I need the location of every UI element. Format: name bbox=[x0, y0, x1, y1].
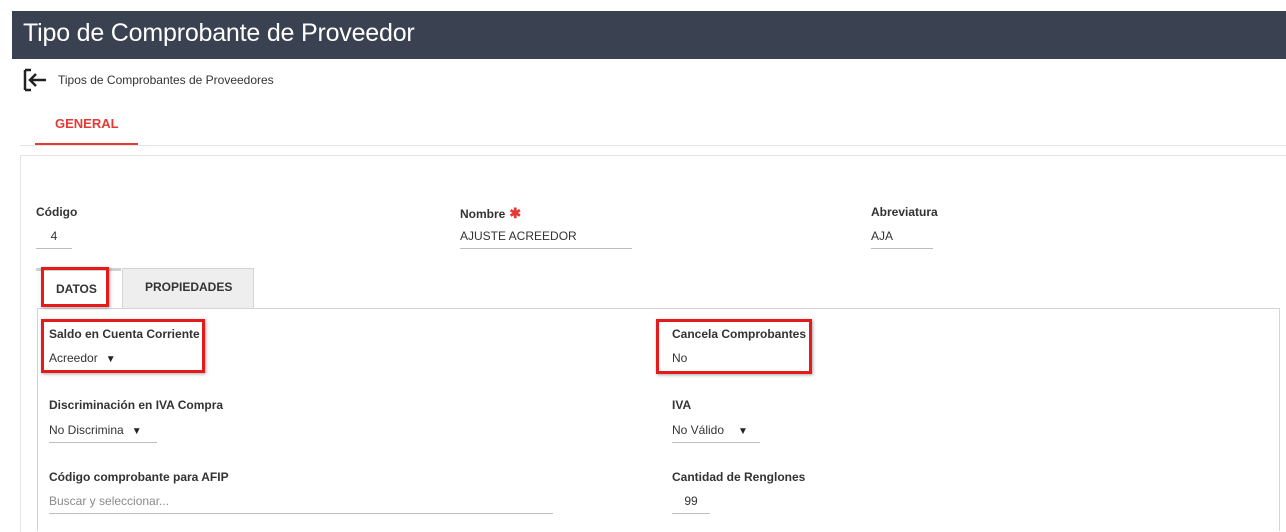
abreviatura-label: Abreviatura bbox=[871, 205, 938, 219]
renglones-field[interactable]: 99 bbox=[672, 494, 710, 514]
chevron-down-icon: ▼ bbox=[738, 426, 748, 437]
nombre-label: Nombre ✱ bbox=[460, 205, 522, 221]
highlight-box-datos bbox=[41, 267, 109, 307]
title-bar: Tipo de Comprobante de Proveedor bbox=[12, 11, 1286, 59]
afip-label: Código comprobante para AFIP bbox=[49, 470, 229, 484]
codigo-field[interactable]: 4 bbox=[36, 229, 72, 249]
iva-dropdown[interactable]: No Válido ▼ bbox=[672, 423, 760, 443]
highlight-box-cancela bbox=[656, 319, 812, 374]
tab-divider bbox=[20, 145, 1286, 146]
chevron-down-icon: ▼ bbox=[131, 426, 142, 437]
tab-general-label: GENERAL bbox=[55, 116, 119, 131]
abreviatura-field[interactable]: AJA bbox=[871, 229, 933, 249]
renglones-label: Cantidad de Renglones bbox=[672, 470, 806, 484]
tab-propiedades[interactable]: PROPIEDADES bbox=[122, 268, 254, 308]
discriminacion-dropdown[interactable]: No Discrimina ▼ bbox=[49, 423, 157, 443]
afip-search-input[interactable]: Buscar y seleccionar... bbox=[49, 494, 553, 514]
nombre-field[interactable]: AJUSTE ACREEDOR bbox=[460, 229, 632, 249]
back-arrow-icon[interactable] bbox=[22, 68, 48, 92]
iva-label: IVA bbox=[672, 398, 692, 412]
breadcrumb-link[interactable]: Tipos de Comprobantes de Proveedores bbox=[58, 73, 274, 87]
tab-propiedades-label: PROPIEDADES bbox=[145, 280, 233, 294]
highlight-box-saldo bbox=[41, 319, 205, 373]
required-asterisk-icon: ✱ bbox=[509, 205, 522, 221]
tab-general[interactable]: GENERAL bbox=[35, 110, 138, 145]
page-title: Tipo de Comprobante de Proveedor bbox=[23, 19, 415, 47]
discriminacion-label: Discriminación en IVA Compra bbox=[49, 398, 224, 412]
codigo-label: Código bbox=[36, 205, 78, 219]
breadcrumb: Tipos de Comprobantes de Proveedores bbox=[22, 67, 274, 93]
